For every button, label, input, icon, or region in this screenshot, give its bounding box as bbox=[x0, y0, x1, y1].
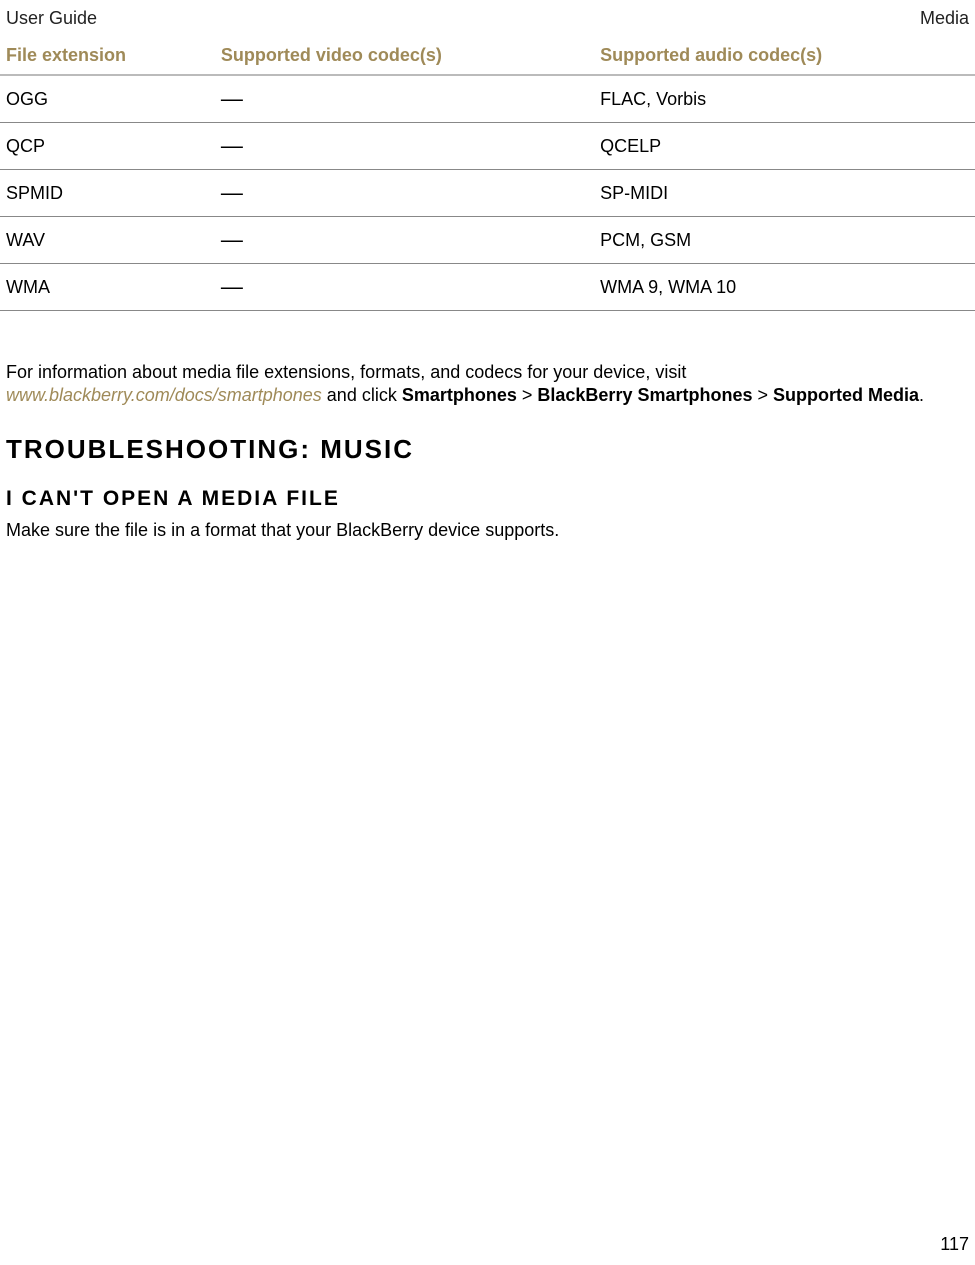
info-paragraph: For information about media file extensi… bbox=[0, 361, 975, 406]
cell-video: — bbox=[215, 75, 594, 123]
cell-extension: QCP bbox=[0, 123, 215, 170]
body-p1: Make sure the file is in a format that y… bbox=[0, 519, 975, 542]
cell-audio: FLAC, Vorbis bbox=[594, 75, 975, 123]
heading-troubleshooting: Troubleshooting: Music bbox=[0, 434, 975, 465]
info-sep1: > bbox=[517, 385, 538, 405]
th-extension: File extension bbox=[0, 37, 215, 75]
table-row: SPMID — SP-MIDI bbox=[0, 170, 975, 217]
page-number: 117 bbox=[940, 1234, 969, 1255]
info-b3: Supported Media bbox=[773, 385, 919, 405]
cell-extension: WMA bbox=[0, 264, 215, 311]
info-mid1: and click bbox=[322, 385, 402, 405]
table-row: WAV — PCM, GSM bbox=[0, 217, 975, 264]
header-right: Media bbox=[920, 8, 969, 29]
cell-audio: PCM, GSM bbox=[594, 217, 975, 264]
th-video: Supported video codec(s) bbox=[215, 37, 594, 75]
th-audio: Supported audio codec(s) bbox=[594, 37, 975, 75]
header-left: User Guide bbox=[6, 8, 97, 29]
cell-audio: QCELP bbox=[594, 123, 975, 170]
info-link[interactable]: www.blackberry.com/docs/smartphones bbox=[6, 385, 322, 405]
codec-table: File extension Supported video codec(s) … bbox=[0, 37, 975, 311]
heading-cant-open: I can't open a media file bbox=[0, 487, 975, 511]
cell-video: — bbox=[215, 264, 594, 311]
cell-video: — bbox=[215, 123, 594, 170]
page-header: User Guide Media bbox=[0, 0, 975, 33]
cell-video: — bbox=[215, 170, 594, 217]
cell-extension: SPMID bbox=[0, 170, 215, 217]
cell-audio: WMA 9, WMA 10 bbox=[594, 264, 975, 311]
table-row: WMA — WMA 9, WMA 10 bbox=[0, 264, 975, 311]
table-row: QCP — QCELP bbox=[0, 123, 975, 170]
cell-audio: SP-MIDI bbox=[594, 170, 975, 217]
info-b1: Smartphones bbox=[402, 385, 517, 405]
cell-extension: WAV bbox=[0, 217, 215, 264]
table-header-row: File extension Supported video codec(s) … bbox=[0, 37, 975, 75]
info-period: . bbox=[919, 385, 924, 405]
cell-video: — bbox=[215, 217, 594, 264]
info-pre: For information about media file extensi… bbox=[6, 362, 686, 382]
cell-extension: OGG bbox=[0, 75, 215, 123]
table-row: OGG — FLAC, Vorbis bbox=[0, 75, 975, 123]
info-b2: BlackBerry Smartphones bbox=[537, 385, 752, 405]
info-sep2: > bbox=[752, 385, 773, 405]
